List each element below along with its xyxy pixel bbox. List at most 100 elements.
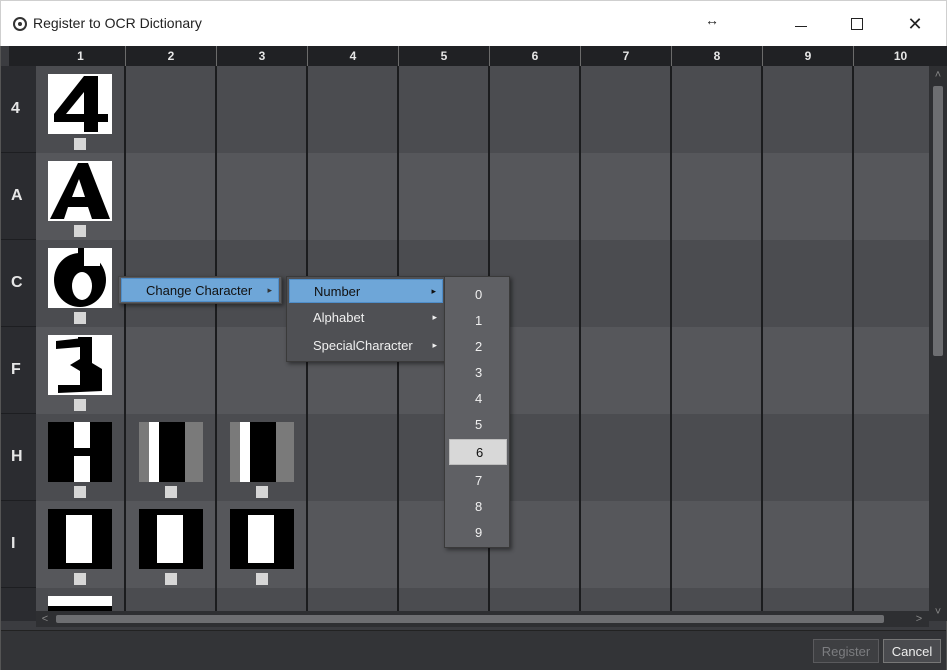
dialog-footer: Register Cancel [1, 630, 946, 670]
grid-cell[interactable] [46, 153, 116, 240]
column-header: 9 [763, 46, 854, 66]
submenu-arrow-icon: ▸ [431, 285, 436, 296]
digit-6-glyph [48, 248, 112, 308]
menu-item-label: Alphabet [313, 309, 365, 325]
digit-3-glyph [48, 335, 112, 395]
cell-checkbox[interactable] [74, 486, 86, 498]
menu-item-digit[interactable]: 7 [449, 467, 507, 493]
menu-item-digit[interactable]: 3 [449, 359, 507, 385]
grid-cell[interactable] [46, 240, 116, 327]
digit-4-glyph [48, 74, 112, 134]
row-header: F [1, 327, 36, 414]
cancel-button[interactable]: Cancel [883, 639, 941, 663]
close-icon: ✕ [907, 13, 923, 34]
cell-checkbox[interactable] [256, 573, 268, 585]
character-type-submenu: Number ▸ Alphabet ▸ SpecialCharacter ▸ [286, 276, 446, 362]
grid-cell[interactable] [46, 66, 116, 153]
grid-cell[interactable] [228, 414, 298, 501]
menu-item-change-character[interactable]: Change Character ▸ [121, 278, 279, 302]
grid-divider [761, 66, 763, 621]
cell-checkbox[interactable] [74, 399, 86, 411]
grid-cell[interactable] [137, 414, 207, 501]
grid-cell[interactable] [46, 414, 116, 501]
grid-row [36, 66, 929, 153]
cell-checkbox[interactable] [74, 312, 86, 324]
column-header: 3 [217, 46, 308, 66]
row-header: A [1, 153, 36, 240]
column-header-bar: 1 2 3 4 5 6 7 8 9 10 [9, 46, 947, 66]
menu-item-digit-selected[interactable]: 6 [449, 439, 507, 465]
letter-I-glyph [139, 509, 203, 569]
menu-item-digit[interactable]: 0 [449, 281, 507, 307]
grid-cell[interactable] [46, 327, 116, 414]
close-button[interactable]: ✕ [893, 9, 937, 39]
row-header-bar: 4 A C F H I [1, 66, 36, 621]
grid-cell[interactable] [137, 501, 207, 588]
letter-I-glyph [48, 509, 112, 569]
column-header: 6 [490, 46, 581, 66]
cell-checkbox[interactable] [165, 573, 177, 585]
scroll-down-icon[interactable]: ˅ [929, 603, 947, 621]
grid-cell[interactable] [46, 501, 116, 588]
menu-item-special-character[interactable]: SpecialCharacter ▸ [289, 333, 443, 357]
number-submenu: 0 1 2 3 4 5 6 7 8 9 [444, 276, 510, 548]
column-header: 8 [672, 46, 763, 66]
column-header: 5 [399, 46, 490, 66]
menu-item-label: Change Character [146, 282, 253, 298]
maximize-button[interactable] [835, 9, 879, 39]
submenu-arrow-icon: ▸ [267, 284, 272, 295]
menu-item-digit[interactable]: 4 [449, 385, 507, 411]
cell-checkbox[interactable] [74, 138, 86, 150]
letter-I-glyph [230, 509, 294, 569]
grid-divider [670, 66, 672, 621]
grid-divider [852, 66, 854, 621]
submenu-arrow-icon: ▸ [432, 311, 437, 322]
column-header: 7 [581, 46, 672, 66]
letter-H-fragment-glyph [230, 422, 294, 482]
grid-divider [215, 66, 217, 621]
menu-item-digit[interactable]: 8 [449, 493, 507, 519]
column-header: 4 [308, 46, 399, 66]
menu-item-digit[interactable]: 9 [449, 519, 507, 545]
scroll-up-icon[interactable]: ˄ [929, 66, 947, 84]
submenu-arrow-icon: ▸ [432, 339, 437, 350]
cell-checkbox[interactable] [74, 573, 86, 585]
app-icon [13, 17, 27, 31]
grid-divider [124, 66, 126, 621]
horizontal-scroll-thumb[interactable] [56, 615, 884, 623]
menu-item-digit[interactable]: 1 [449, 307, 507, 333]
minimize-button[interactable] [779, 9, 823, 39]
maximize-icon [851, 18, 863, 30]
register-button[interactable]: Register [813, 639, 879, 663]
grid-cell[interactable] [228, 501, 298, 588]
letter-H-fragment-glyph [139, 422, 203, 482]
cell-checkbox[interactable] [165, 486, 177, 498]
row-header: H [1, 414, 36, 501]
menu-item-number[interactable]: Number ▸ [289, 279, 443, 303]
horizontal-scrollbar[interactable]: < > [36, 611, 929, 627]
row-header: 4 [1, 66, 36, 153]
row-header: I [1, 501, 36, 588]
menu-item-digit[interactable]: 2 [449, 333, 507, 359]
vertical-scroll-thumb[interactable] [933, 86, 943, 356]
column-header: 1 [36, 46, 126, 66]
grid-divider [579, 66, 581, 621]
scroll-right-icon[interactable]: > [912, 611, 926, 627]
menu-item-label: Number [314, 283, 361, 299]
letter-A-glyph [48, 161, 112, 221]
column-header: 2 [126, 46, 217, 66]
window-title: Register to OCR Dictionary [33, 15, 202, 31]
grid-row [36, 153, 929, 240]
menu-item-digit[interactable]: 5 [449, 411, 507, 437]
vertical-scrollbar[interactable]: ˄ ˅ [929, 66, 947, 621]
resize-icon: ↔ [705, 12, 719, 28]
menu-item-label: SpecialCharacter [313, 337, 413, 353]
cell-checkbox[interactable] [74, 225, 86, 237]
cell-checkbox[interactable] [256, 486, 268, 498]
column-header: 10 [893, 49, 908, 63]
menu-item-alphabet[interactable]: Alphabet ▸ [289, 305, 443, 329]
minimize-icon [795, 25, 807, 27]
letter-H-glyph [48, 422, 112, 482]
scroll-left-icon[interactable]: < [38, 611, 52, 627]
title-bar: Register to OCR Dictionary ↔ ✕ [0, 0, 947, 46]
